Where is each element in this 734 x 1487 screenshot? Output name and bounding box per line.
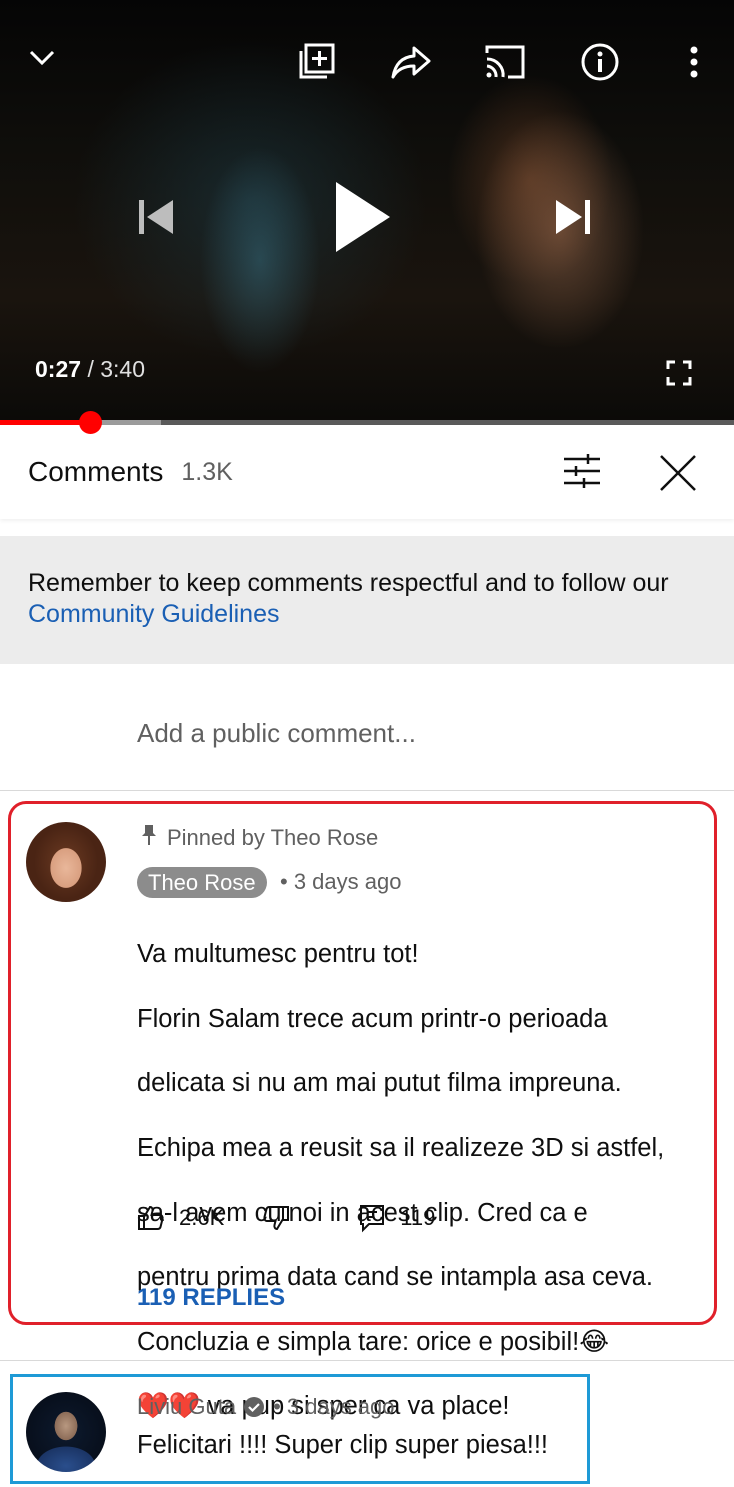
divider bbox=[0, 790, 734, 791]
time-display: 0:27 / 3:40 bbox=[35, 356, 145, 383]
pin-icon bbox=[141, 824, 157, 852]
comments-count: 1.3K bbox=[181, 457, 233, 486]
like-count: 2.6K bbox=[179, 1205, 225, 1230]
pinned-by-text: Pinned by Theo Rose bbox=[167, 825, 379, 850]
comments-title: Comments bbox=[28, 456, 164, 487]
comment-text: Va multumesc pentru tot! Florin Salam tr… bbox=[137, 906, 707, 1455]
fullscreen-icon[interactable] bbox=[664, 358, 694, 388]
dislike-button[interactable] bbox=[262, 1204, 290, 1232]
view-replies-button[interactable]: 119 REPLIES bbox=[137, 1284, 285, 1312]
author-name-chip[interactable]: Theo Rose bbox=[137, 867, 267, 898]
comments-header: Comments 1.3K bbox=[0, 425, 734, 519]
reply-count: 119 bbox=[400, 1205, 436, 1230]
comment-line: Echipa mea a reusit sa il realizeze 3D s… bbox=[137, 1134, 665, 1163]
divider bbox=[0, 1360, 734, 1361]
like-button[interactable]: 2.6K bbox=[137, 1204, 224, 1232]
play-icon[interactable] bbox=[330, 178, 394, 256]
cast-icon[interactable] bbox=[483, 42, 527, 82]
pinned-label: Pinned by Theo Rose bbox=[141, 824, 378, 852]
verified-check-icon bbox=[243, 1396, 265, 1418]
comment-text: Felicitari !!!! Super clip super piesa!!… bbox=[137, 1431, 549, 1459]
share-icon[interactable] bbox=[389, 42, 433, 82]
comment-line: Florin Salam trece acum printr-o perioad… bbox=[137, 1004, 608, 1033]
video-player[interactable]: 0:27 / 3:40 bbox=[0, 0, 734, 424]
avatar[interactable] bbox=[26, 1392, 106, 1472]
community-guidelines-link[interactable]: Community Guidelines bbox=[28, 600, 280, 628]
comment-line: Concluzia e simpla tare: orice e posibil… bbox=[137, 1327, 609, 1356]
guidelines-text: Remember to keep comments respectful and… bbox=[28, 569, 669, 597]
sort-filter-icon[interactable] bbox=[562, 453, 602, 494]
add-to-playlist-icon[interactable] bbox=[296, 40, 338, 82]
more-vertical-icon[interactable] bbox=[680, 42, 708, 82]
next-icon[interactable] bbox=[551, 195, 597, 239]
comment-line: Va multumesc pentru tot! bbox=[137, 940, 419, 969]
close-icon[interactable] bbox=[659, 454, 697, 497]
comment-time: • 3 days ago bbox=[273, 1394, 395, 1419]
chevron-down-icon[interactable] bbox=[24, 40, 60, 76]
comment-author-row: Liviu Guta • 3 days ago bbox=[137, 1394, 395, 1420]
current-time: 0:27 bbox=[35, 356, 82, 382]
add-comment-input[interactable]: Add a public comment... bbox=[137, 718, 416, 749]
comment-time: • 3 days ago bbox=[280, 869, 402, 894]
author-name[interactable]: Liviu Guta bbox=[137, 1394, 236, 1420]
thumbs-up-icon bbox=[138, 1205, 164, 1230]
thumbs-down-icon bbox=[263, 1206, 290, 1231]
time-separator: / bbox=[87, 356, 94, 382]
avatar[interactable] bbox=[26, 822, 106, 902]
reply-button[interactable]: 119 bbox=[358, 1203, 435, 1233]
guidelines-banner: Remember to keep comments respectful and… bbox=[0, 536, 734, 664]
comment-icon bbox=[360, 1205, 385, 1233]
previous-icon[interactable] bbox=[132, 195, 178, 239]
total-duration: 3:40 bbox=[100, 356, 145, 382]
comment-line: delicata si nu am mai putut filma impreu… bbox=[137, 1069, 622, 1098]
comment-actions: 2.6K 119 bbox=[137, 1201, 435, 1235]
info-icon[interactable] bbox=[578, 40, 622, 84]
